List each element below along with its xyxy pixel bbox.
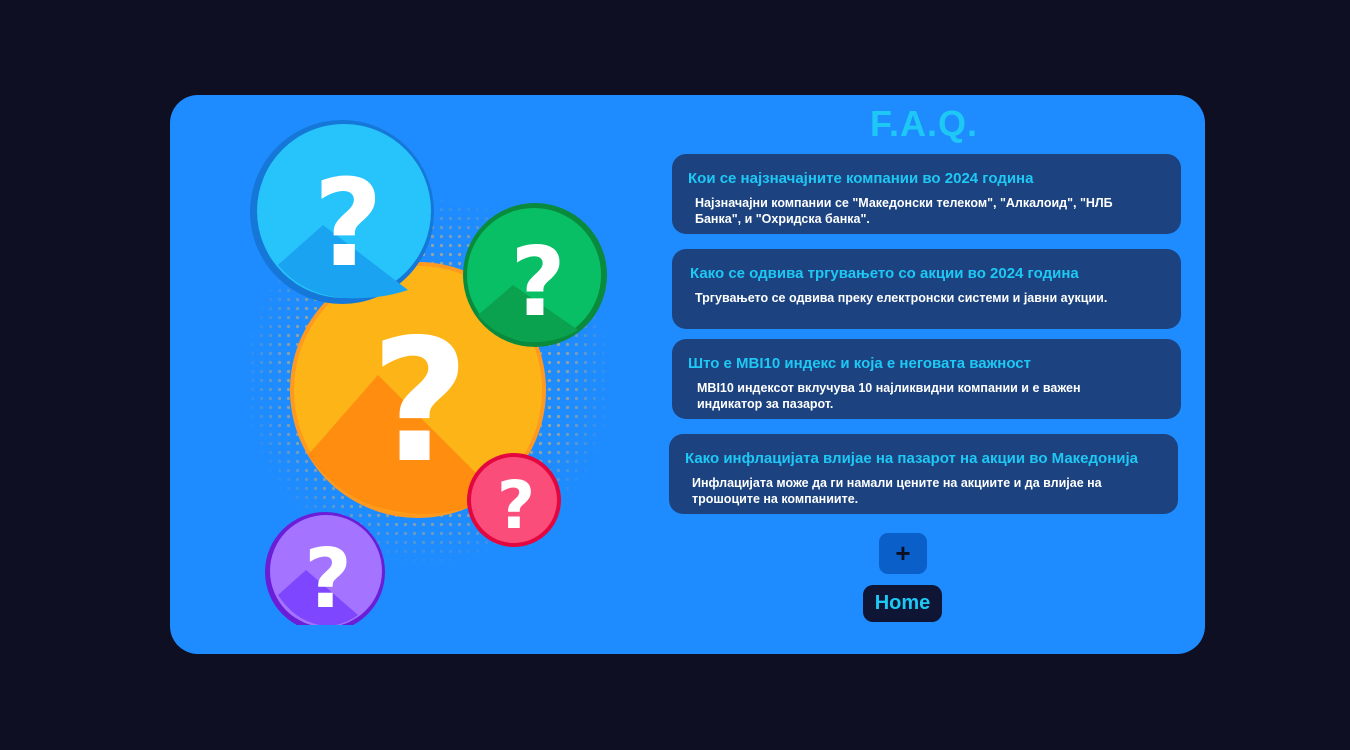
faq-answer: Тргувањето се одвива преку електронски с… (695, 291, 1108, 305)
add-question-button[interactable]: + (879, 533, 927, 574)
pink-question-icon: ? (467, 453, 561, 547)
faq-answer: Најзначајни компании се "Македонски теле… (695, 196, 1113, 226)
faq-question: Што е MBI10 индекс и која е неговата важ… (688, 355, 1031, 372)
question-marks-illustration: ? ? ? ? ? (248, 120, 648, 625)
faq-item[interactable]: Кои се најзначајните компании во 2024 го… (672, 154, 1181, 234)
faq-answer: Инфлацијата може да ги намали цените на … (692, 476, 1102, 506)
faq-item[interactable]: Што е MBI10 индекс и која е неговата важ… (672, 339, 1181, 419)
green-question-icon: ? (463, 203, 607, 347)
svg-text:?: ? (510, 228, 565, 338)
faq-question: Кои се најзначајните компании во 2024 го… (688, 170, 1034, 187)
svg-text:?: ? (304, 532, 352, 625)
faq-item[interactable]: Како инфлацијата влијае на пазарот на ак… (669, 434, 1178, 514)
page-title: F.A.Q. (870, 103, 979, 144)
faq-item[interactable]: Како се одвива тргувањето со акции во 20… (672, 249, 1181, 329)
faq-question: Како инфлацијата влијае на пазарот на ак… (685, 450, 1138, 467)
blue-question-icon: ? (250, 120, 434, 304)
svg-text:?: ? (313, 155, 383, 294)
faq-question: Како се одвива тргувањето со акции во 20… (690, 265, 1079, 282)
faq-answer: MBI10 индексот вклучува 10 најликвидни к… (697, 381, 1081, 411)
svg-text:?: ? (371, 303, 470, 501)
faq-card: ? ? ? ? ? F.A.Q. Кои се најзначајните ко… (170, 95, 1205, 654)
svg-text:?: ? (497, 467, 535, 544)
home-button[interactable]: Home (863, 585, 942, 622)
